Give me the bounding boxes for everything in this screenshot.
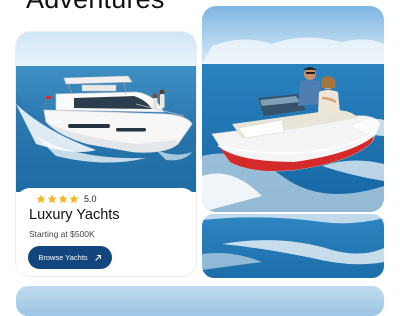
star-icon [47, 194, 57, 204]
sea-photo [202, 214, 384, 278]
rating-score: 5.0 [84, 194, 97, 204]
bottom-card[interactable] [16, 286, 384, 316]
yacht-card[interactable] [16, 32, 196, 276]
speedboat-card[interactable] [202, 6, 384, 212]
star-icon [36, 194, 46, 204]
sea-card[interactable] [202, 214, 384, 278]
star-icon [58, 194, 68, 204]
rating: 5.0 [36, 194, 97, 204]
card-price: Starting at $500K [29, 229, 95, 239]
speedboat-photo [202, 6, 384, 212]
arrow-up-right-icon [94, 254, 101, 261]
browse-yachts-label: Browse Yachts [38, 253, 88, 262]
card-title: Luxury Yachts [29, 207, 120, 223]
page-title: Adventures [26, 0, 165, 15]
star-icon [69, 194, 79, 204]
browse-yachts-button[interactable]: Browse Yachts [28, 246, 112, 269]
yacht-photo [16, 32, 196, 192]
